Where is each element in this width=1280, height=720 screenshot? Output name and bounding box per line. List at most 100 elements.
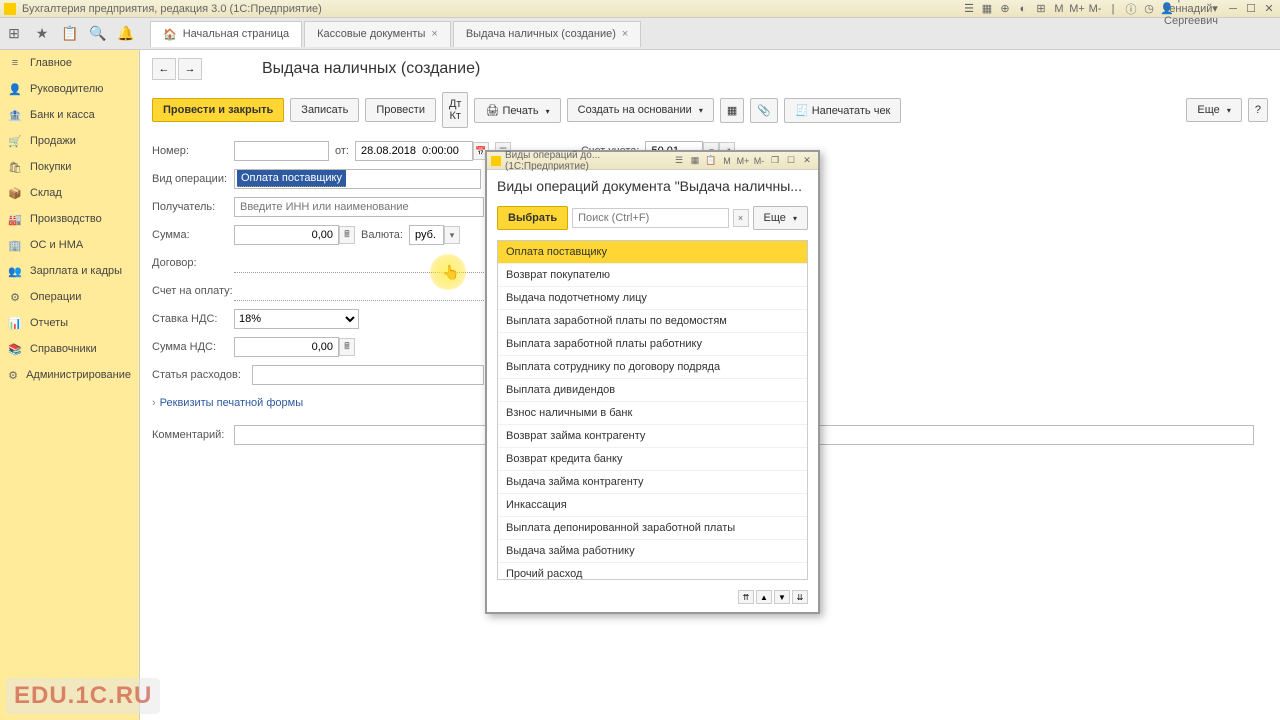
list-item[interactable]: Возврат кредита банку — [498, 448, 807, 471]
save-button[interactable]: Записать — [290, 98, 359, 122]
search-icon[interactable]: 🔍 — [84, 20, 112, 48]
modal-icon-1[interactable]: ☰ — [672, 154, 686, 168]
nav-last-icon[interactable]: ⇊ — [792, 590, 808, 604]
sidebar-item-operations[interactable]: ⚙Операции — [0, 284, 139, 310]
list-item[interactable]: Взнос наличными в банк — [498, 402, 807, 425]
sidebar-item-manager[interactable]: 👤Руководителю — [0, 76, 139, 102]
icon-4[interactable]: ◐ — [1016, 2, 1030, 16]
list-item[interactable]: Возврат займа контрагенту — [498, 425, 807, 448]
m-icon[interactable]: M — [1052, 2, 1066, 16]
modal-max-icon[interactable]: ☐ — [784, 154, 798, 168]
vat-sum-input[interactable] — [234, 337, 339, 357]
sidebar-item-main[interactable]: ≡Главное — [0, 50, 139, 76]
sidebar-item-bank[interactable]: 🏦Банк и касса — [0, 102, 139, 128]
back-button[interactable]: ← — [152, 58, 176, 80]
modal-icon-2[interactable]: ▦ — [688, 154, 702, 168]
icon-1[interactable]: ☰ — [962, 2, 976, 16]
calc-icon[interactable]: 🖩 — [339, 338, 355, 356]
tab-close-icon[interactable]: × — [622, 28, 628, 40]
forward-button[interactable]: → — [178, 58, 202, 80]
dt-kt-button[interactable]: ДтКт — [442, 92, 469, 128]
star-icon[interactable]: ★ — [28, 20, 56, 48]
sidebar-item-assets[interactable]: 🏢ОС и НМА — [0, 232, 139, 258]
list-item[interactable]: Инкассация — [498, 494, 807, 517]
tab-close-icon[interactable]: × — [431, 28, 437, 40]
print-button[interactable]: 🖨 Печать ▾ — [474, 98, 560, 123]
modal-m-icon[interactable]: M — [720, 154, 734, 168]
vat-rate-label: Ставка НДС: — [152, 313, 234, 325]
modal-icon-3[interactable]: 📋 — [704, 154, 718, 168]
list-item[interactable]: Выплата заработной платы по ведомостям — [498, 310, 807, 333]
list-item[interactable]: Возврат покупателю — [498, 264, 807, 287]
operation-value[interactable]: Оплата поставщику — [237, 170, 346, 187]
modal-more-button[interactable]: Еще ▾ — [753, 206, 808, 230]
comment-label: Комментарий: — [152, 429, 234, 441]
box-icon: 📦 — [8, 186, 22, 200]
sidebar-item-warehouse[interactable]: 📦Склад — [0, 180, 139, 206]
list-item[interactable]: Прочий расход — [498, 563, 807, 580]
nav-first-icon[interactable]: ⇈ — [738, 590, 754, 604]
expense-input[interactable] — [252, 365, 484, 385]
modal-mplus-icon[interactable]: M+ — [736, 154, 750, 168]
list-item[interactable]: Выплата заработной платы работнику — [498, 333, 807, 356]
list-item[interactable]: Выдача подотчетному лицу — [498, 287, 807, 310]
m-minus-icon[interactable]: M- — [1088, 2, 1102, 16]
icon-3[interactable]: ⊕ — [998, 2, 1012, 16]
minimize-icon[interactable]: ─ — [1226, 2, 1240, 16]
sidebar-item-production[interactable]: 🏭Производство — [0, 206, 139, 232]
grid-button[interactable]: ▦ — [720, 98, 744, 123]
print-requisites-link[interactable]: ›Реквизиты печатной формы — [152, 397, 303, 409]
dropdown-icon[interactable]: ▾ — [1208, 2, 1222, 16]
list-item[interactable]: Выплата депонированной заработной платы — [498, 517, 807, 540]
list-item[interactable]: Оплата поставщику — [498, 241, 807, 264]
icon-2[interactable]: ▦ — [980, 2, 994, 16]
list-item[interactable]: Выдача займа контрагенту — [498, 471, 807, 494]
clear-search-icon[interactable]: × — [733, 209, 749, 227]
receipt-button[interactable]: 🧾 Напечатать чек — [784, 98, 901, 123]
clipboard-icon[interactable]: 📋 — [56, 20, 84, 48]
modal-restore-icon[interactable]: ❐ — [768, 154, 782, 168]
modal-mminus-icon[interactable]: M- — [752, 154, 766, 168]
m-plus-icon[interactable]: M+ — [1070, 2, 1084, 16]
date-input[interactable] — [355, 141, 473, 161]
maximize-icon[interactable]: ☐ — [1244, 2, 1258, 16]
invoice-input[interactable] — [234, 281, 484, 301]
list-item[interactable]: Выплата сотруднику по договору подряда — [498, 356, 807, 379]
nav-down-icon[interactable]: ▼ — [774, 590, 790, 604]
nav-up-icon[interactable]: ▲ — [756, 590, 772, 604]
vat-rate-select[interactable]: 18% — [234, 309, 359, 329]
post-close-button[interactable]: Провести и закрыть — [152, 98, 284, 122]
sum-input[interactable] — [234, 225, 339, 245]
recipient-input[interactable] — [234, 197, 484, 217]
help-button[interactable]: ? — [1248, 98, 1268, 122]
close-icon[interactable]: ✕ — [1262, 2, 1276, 16]
post-button[interactable]: Провести — [365, 98, 436, 122]
currency-input[interactable] — [409, 225, 444, 245]
sidebar-item-purchases[interactable]: 🛍Покупки — [0, 154, 139, 180]
tab-home[interactable]: 🏠 Начальная страница — [150, 21, 302, 47]
more-button[interactable]: Еще ▾ — [1186, 98, 1241, 122]
icon-5[interactable]: ⊞ — [1034, 2, 1048, 16]
list-item[interactable]: Выдача займа работнику — [498, 540, 807, 563]
modal-search-input[interactable] — [572, 208, 728, 228]
tab-cash-docs[interactable]: Кассовые документы × — [304, 21, 451, 47]
clock-icon[interactable]: ◷ — [1142, 2, 1156, 16]
bell-icon[interactable]: 🔔 — [112, 20, 140, 48]
help-icon[interactable]: ⓘ — [1124, 2, 1138, 16]
tab-cash-out[interactable]: Выдача наличных (создание) × — [453, 21, 642, 47]
calc-icon[interactable]: 🖩 — [339, 226, 355, 244]
number-input[interactable] — [234, 141, 329, 161]
sidebar-item-sales[interactable]: 🛒Продажи — [0, 128, 139, 154]
create-based-button[interactable]: Создать на основании ▾ — [567, 98, 714, 122]
sidebar-item-catalogs[interactable]: 📚Справочники — [0, 336, 139, 362]
attach-button[interactable]: 📎 — [750, 98, 778, 123]
sidebar-item-admin[interactable]: ⚙Администрирование — [0, 362, 139, 388]
sidebar-item-salary[interactable]: 👥Зарплата и кадры — [0, 258, 139, 284]
dropdown-icon[interactable]: ▾ — [444, 226, 460, 244]
modal-close-icon[interactable]: ✕ — [800, 154, 814, 168]
select-button[interactable]: Выбрать — [497, 206, 568, 230]
list-item[interactable]: Выплата дивидендов — [498, 379, 807, 402]
factory-icon: 🏭 — [8, 212, 22, 226]
sidebar-item-reports[interactable]: 📊Отчеты — [0, 310, 139, 336]
apps-icon[interactable]: ⊞ — [0, 20, 28, 48]
